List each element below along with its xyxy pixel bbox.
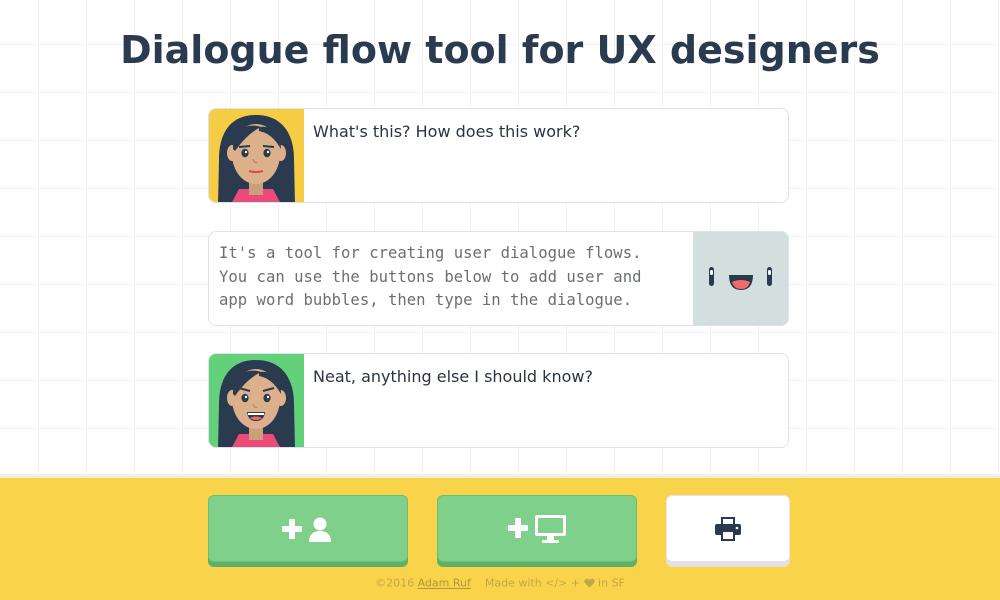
app-bubble[interactable]: It's a tool for creating user dialogue f… [208, 231, 789, 326]
footer-credits: ©2016 Adam Ruf Made with </> + in SF [0, 576, 1000, 590]
add-app-icon [508, 514, 566, 543]
location-text: in SF [598, 576, 625, 590]
app-avatar [693, 232, 788, 325]
print-button[interactable] [666, 495, 790, 562]
add-app-bubble-button[interactable] [437, 495, 637, 562]
add-user-icon [282, 517, 331, 542]
robot-face-icon [693, 232, 788, 325]
plus-text: + [570, 576, 581, 590]
add-user-bubble-button[interactable] [208, 495, 408, 562]
print-icon [715, 516, 741, 541]
user-avatar [209, 354, 304, 447]
page-title: Dialogue flow tool for UX designers [120, 28, 880, 72]
woman-avatar-icon [209, 354, 304, 447]
user-avatar [209, 109, 304, 202]
bubble-text[interactable]: It's a tool for creating user dialogue f… [219, 242, 691, 313]
bubble-text[interactable]: Neat, anything else I should know? [313, 366, 774, 388]
heart-icon [583, 578, 595, 588]
made-with-text: Made with [484, 576, 542, 590]
user-bubble[interactable]: Neat, anything else I should know? [208, 353, 789, 448]
bubble-text[interactable]: What's this? How does this work? [313, 121, 774, 143]
user-bubble[interactable]: What's this? How does this work? [208, 108, 789, 203]
code-icon: </> [545, 576, 568, 590]
woman-avatar-icon [209, 109, 304, 202]
author-link[interactable]: Adam Ruf [418, 577, 471, 590]
copyright-text: ©2016 [375, 576, 415, 590]
